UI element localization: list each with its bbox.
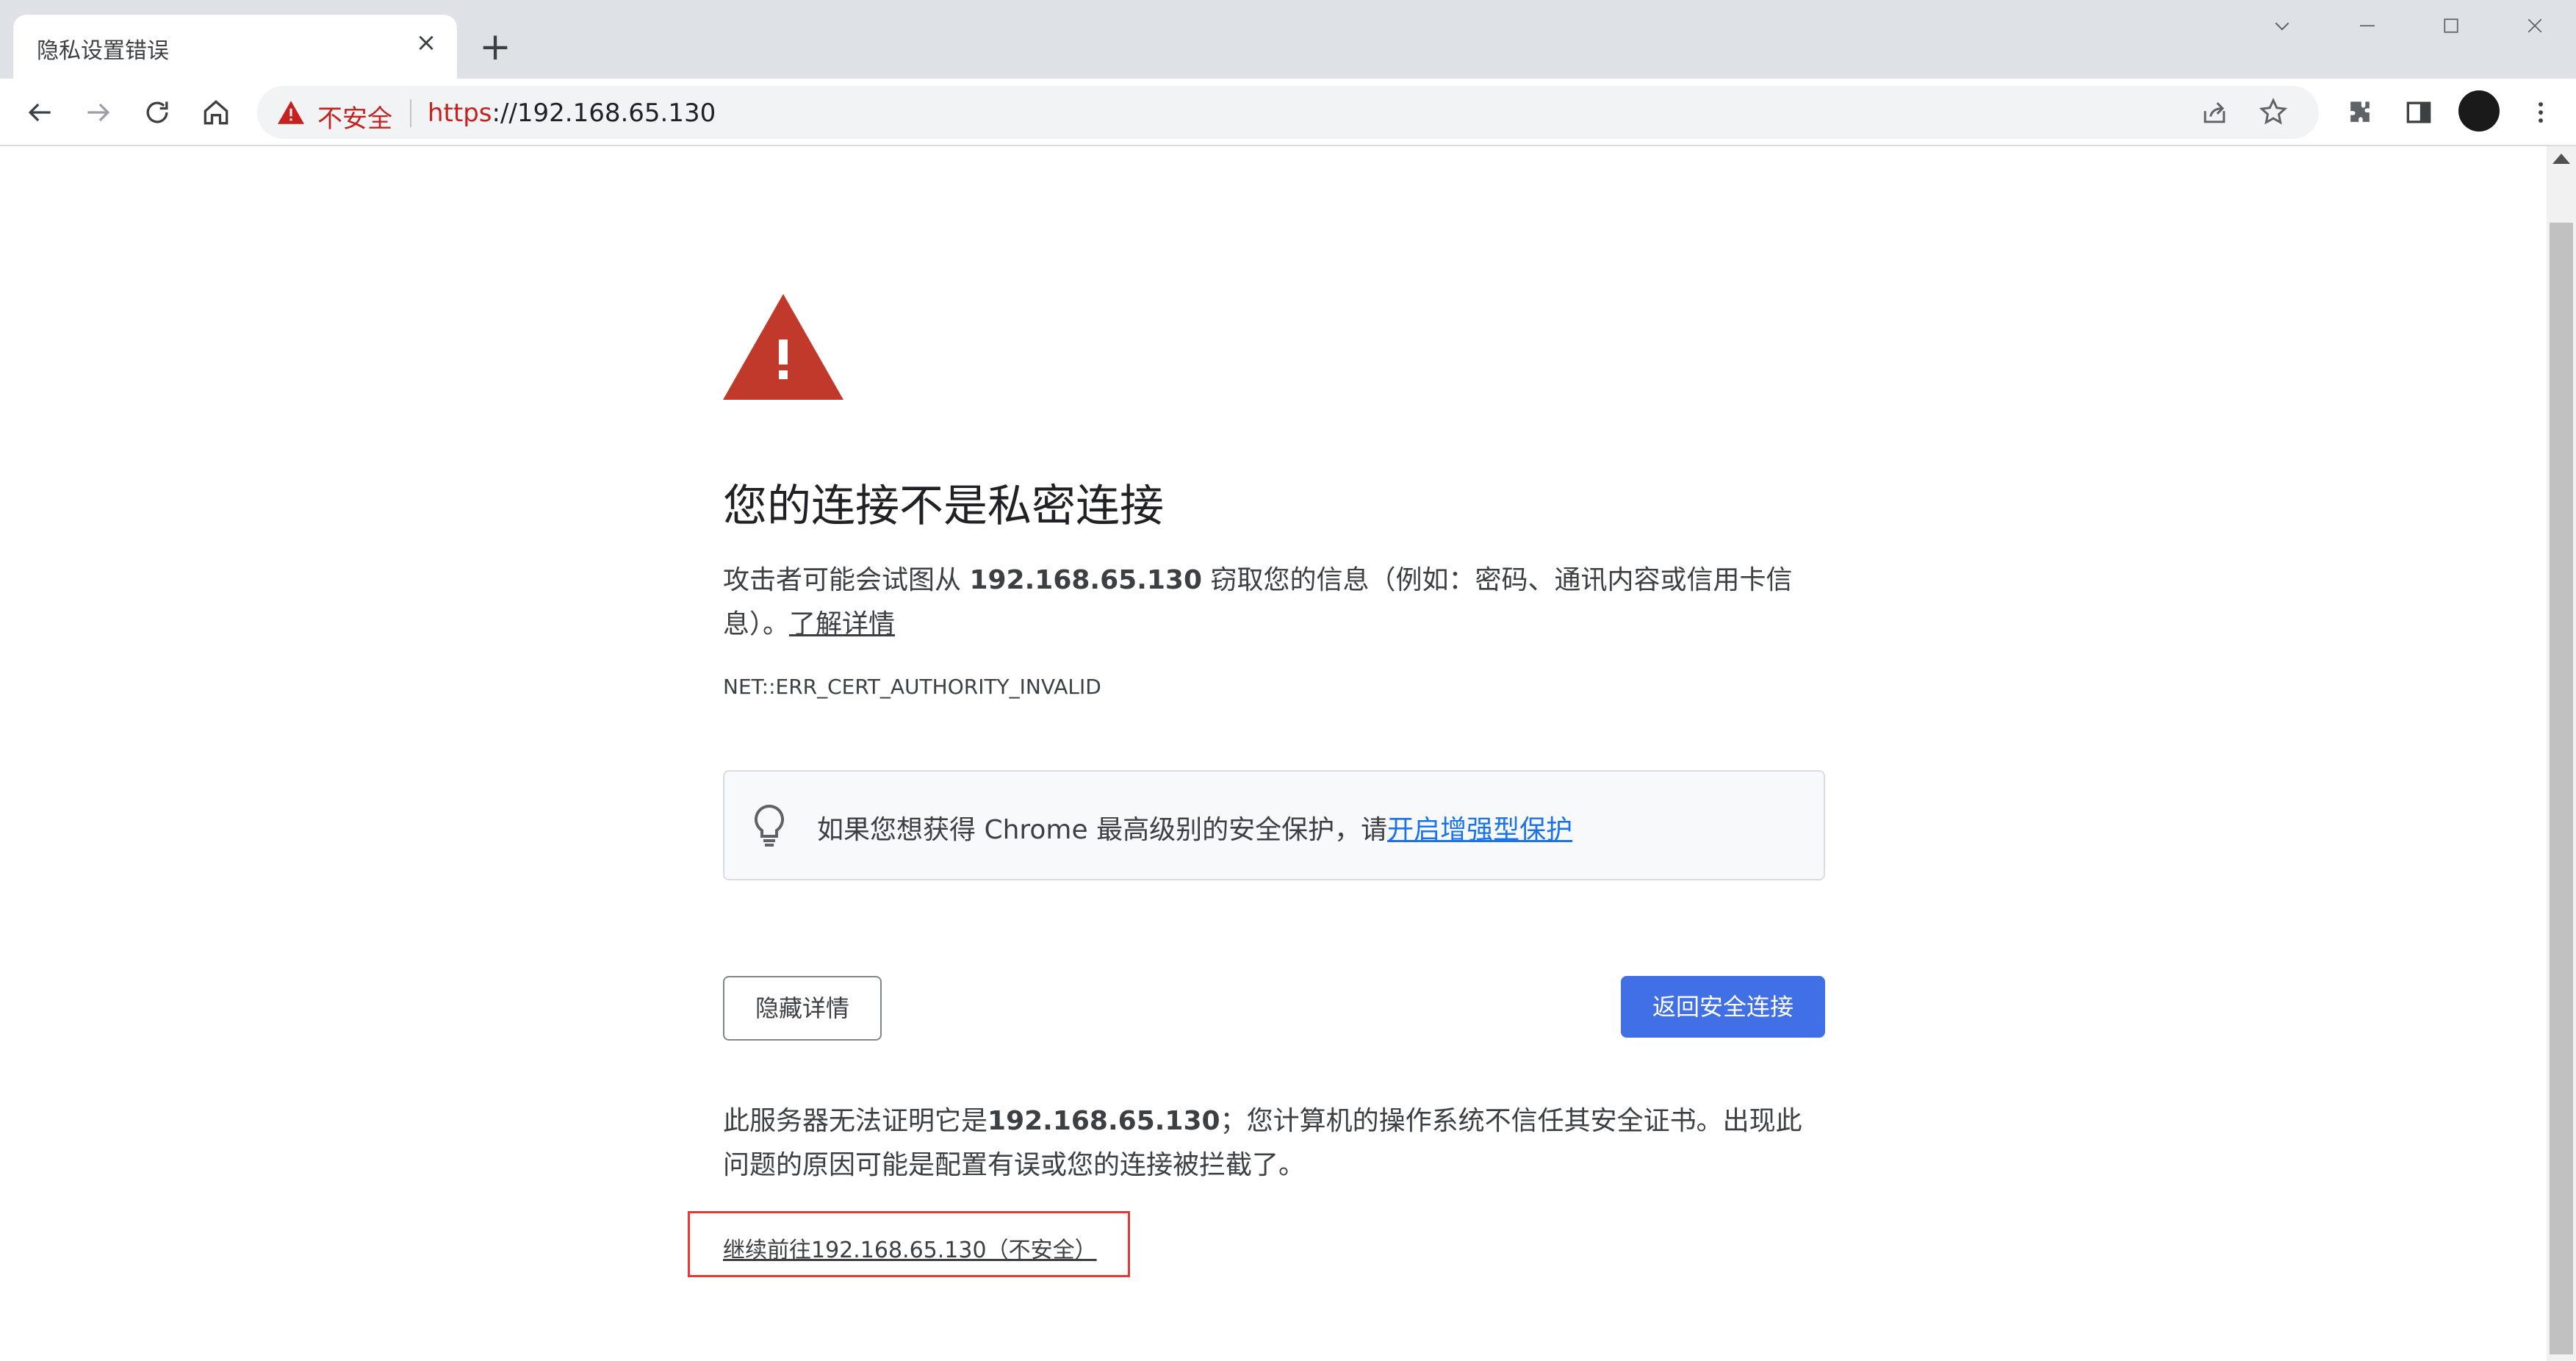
active-tab[interactable]: 隐私设置错误 ×: [13, 15, 457, 79]
proceed-unsafe-link[interactable]: 继续前往192.168.65.130（不安全）: [723, 1232, 1097, 1264]
hide-details-button[interactable]: 隐藏详情: [723, 976, 882, 1041]
desc-host: 192.168.65.130: [969, 565, 1203, 595]
danger-warning-icon: [723, 294, 843, 400]
tip-prefix: 如果您想获得 Chrome 最高级别的安全保护，请: [817, 815, 1388, 845]
scrollbar-thumb[interactable]: [2550, 223, 2573, 1354]
enhanced-protection-tip: 如果您想获得 Chrome 最高级别的安全保护，请开启增强型保护: [723, 770, 1825, 880]
omnibox-divider: [410, 99, 411, 127]
address-bar[interactable]: 不安全 https://192.168.65.130: [257, 86, 2319, 139]
close-window-icon[interactable]: [2513, 15, 2557, 47]
bookmark-star-icon[interactable]: [2257, 96, 2289, 129]
warning-triangle-icon[interactable]: [278, 101, 304, 124]
tab-close-icon[interactable]: ×: [411, 28, 441, 57]
reload-icon[interactable]: [135, 90, 179, 134]
back-arrow-icon[interactable]: [18, 90, 62, 134]
page-heading: 您的连接不是私密连接: [723, 481, 1164, 532]
forward-arrow-icon[interactable]: [76, 90, 120, 134]
maximize-icon[interactable]: [2429, 15, 2473, 47]
url-text[interactable]: https://192.168.65.130: [428, 98, 716, 128]
not-secure-label[interactable]: 不安全: [317, 98, 392, 134]
new-tab-icon[interactable]: +: [475, 28, 516, 69]
error-description: 攻击者可能会试图从 192.168.65.130 窃取您的信息（例如：密码、通讯…: [723, 559, 1825, 647]
url-host: ://192.168.65.130: [492, 98, 716, 128]
error-code: NET::ERR_CERT_AUTHORITY_INVALID: [723, 675, 1101, 699]
extensions-puzzle-icon[interactable]: [2338, 90, 2382, 134]
detail-host: 192.168.65.130: [987, 1106, 1220, 1136]
details-text: 此服务器无法证明它是192.168.65.130；您计算机的操作系统不信任其安全…: [723, 1099, 1825, 1188]
browser-toolbar: 不安全 https://192.168.65.130: [0, 79, 2576, 146]
enhanced-protection-link[interactable]: 开启增强型保护: [1387, 815, 1572, 845]
vertical-scrollbar[interactable]: [2547, 146, 2576, 1361]
lightbulb-icon: [754, 804, 785, 847]
desc-prefix: 攻击者可能会试图从: [723, 565, 970, 595]
tab-strip: 隐私设置错误 × +: [0, 0, 2576, 79]
tip-text: 如果您想获得 Chrome 最高级别的安全保护，请开启增强型保护: [817, 808, 1572, 847]
tab-search-icon[interactable]: [2260, 15, 2304, 47]
tab-title: 隐私设置错误: [37, 38, 169, 64]
profile-avatar[interactable]: [2458, 90, 2500, 132]
side-panel-icon[interactable]: [2397, 90, 2441, 134]
minimize-icon[interactable]: [2345, 15, 2389, 47]
more-menu-icon[interactable]: [2519, 90, 2563, 134]
home-icon[interactable]: [194, 90, 238, 134]
learn-more-link[interactable]: 了解详情: [789, 609, 895, 639]
share-icon[interactable]: [2198, 96, 2231, 129]
detail-prefix: 此服务器无法证明它是: [723, 1106, 988, 1136]
back-to-safety-button[interactable]: 返回安全连接: [1621, 976, 1825, 1038]
scroll-up-arrow-icon[interactable]: [2552, 154, 2570, 164]
url-scheme: https: [428, 98, 492, 128]
